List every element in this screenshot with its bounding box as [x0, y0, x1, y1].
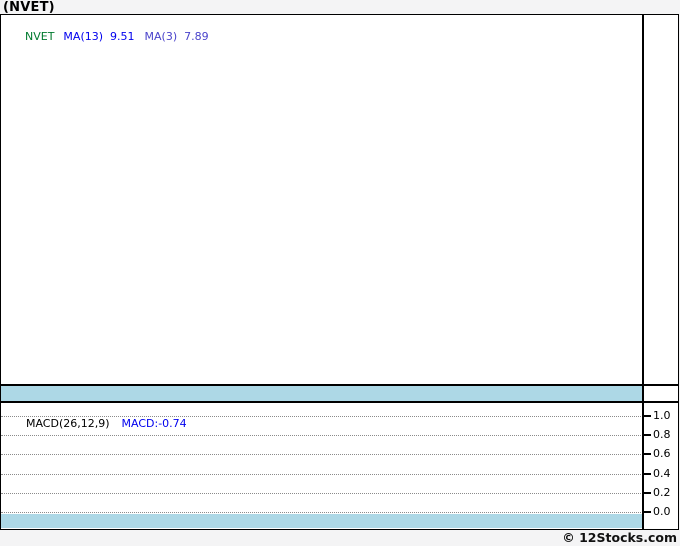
gridline-1.0 — [1, 416, 643, 417]
gridline-0.0 — [1, 512, 643, 513]
price-legend: NVET MA(13) 9.51 MA(3) 7.89 — [4, 17, 209, 56]
macd-value: MACD:-0.74 — [121, 417, 187, 430]
chart-container: NVET MA(13) 9.51 MA(3) 7.89 MACD(26,12,9) MAC… — [0, 14, 679, 530]
copyright-footer: © 12Stocks.com — [562, 530, 677, 545]
axis-tick — [642, 511, 651, 513]
legend-ma13-label: MA(13) — [63, 30, 104, 43]
gridline-0.4 — [1, 474, 643, 475]
axis-label: 1.0 — [653, 409, 671, 422]
volume-band — [1, 386, 642, 401]
axis-tick — [642, 492, 651, 494]
axis-tick — [642, 415, 651, 417]
legend-ticker: NVET — [24, 30, 55, 43]
legend-ma3-label: MA(3) — [144, 30, 178, 43]
axis-label: 0.6 — [653, 447, 671, 460]
macd-params-label: MACD(26,12,9) — [25, 417, 110, 430]
legend-ma13-value: 9.51 — [110, 30, 135, 43]
axis-tick — [642, 473, 651, 475]
axis-tick — [642, 453, 651, 455]
gridline-0.2 — [1, 493, 643, 494]
macd-panel-top-border — [1, 401, 678, 403]
axis-label: 0.4 — [653, 467, 671, 480]
axis-label: 0.2 — [653, 486, 671, 499]
y-axis-separator — [642, 15, 644, 529]
axis-label: 0.0 — [653, 505, 671, 518]
axis-tick — [642, 434, 651, 436]
axis-label: 0.8 — [653, 428, 671, 441]
gridline-0.8 — [1, 435, 643, 436]
macd-bottom-band — [1, 514, 642, 528]
chart-plot-area: NVET MA(13) 9.51 MA(3) 7.89 MACD(26,12,9) MAC… — [1, 15, 678, 529]
macd-legend: MACD(26,12,9) MACD:-0.74 — [5, 404, 187, 443]
page-title: (NVET) — [3, 0, 55, 15]
legend-ma3-value: 7.89 — [184, 30, 209, 43]
gridline-0.6 — [1, 454, 643, 455]
